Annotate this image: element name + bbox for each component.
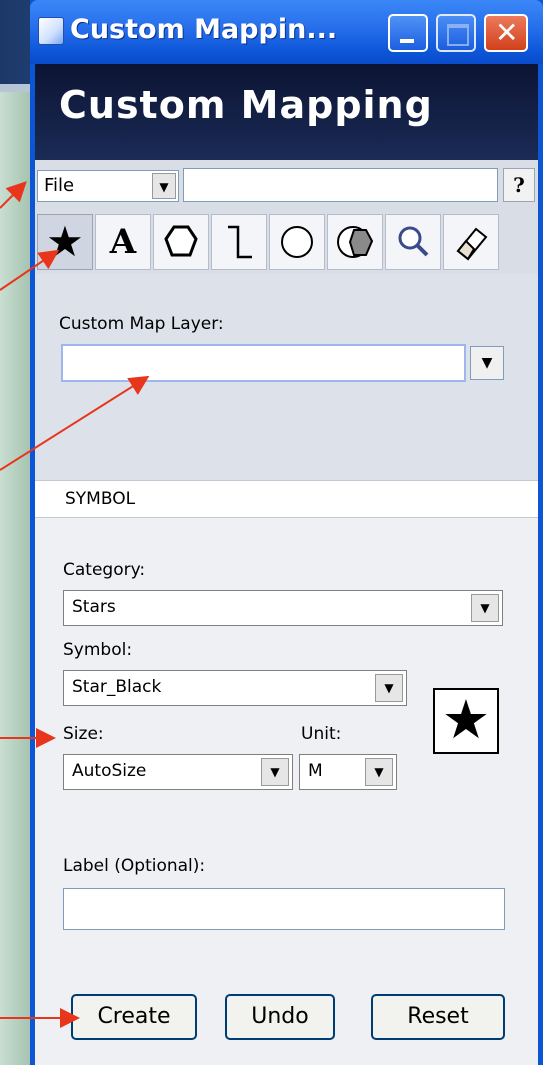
- polygon-icon: [164, 225, 198, 257]
- undo-button[interactable]: Undo: [225, 994, 335, 1040]
- file-select-value: File: [44, 175, 75, 196]
- reset-button[interactable]: Reset: [371, 994, 505, 1040]
- tool-star[interactable]: ★: [37, 214, 93, 270]
- window-title: Custom Mappin...: [70, 14, 338, 45]
- zoom-icon: [398, 226, 429, 257]
- file-select[interactable]: File ▼: [37, 170, 179, 202]
- circle-icon: [281, 226, 313, 258]
- line-icon: [228, 225, 252, 259]
- tool-zoom[interactable]: [385, 214, 441, 270]
- file-input[interactable]: [183, 168, 498, 202]
- size-select[interactable]: AutoSize ▼: [63, 754, 293, 790]
- tool-text[interactable]: A: [95, 214, 151, 270]
- app-icon: [38, 17, 64, 45]
- label-input[interactable]: [63, 888, 505, 930]
- background-sidebar: [0, 92, 30, 1065]
- symbol-value: Star_Black: [72, 677, 162, 697]
- toolbar: ★ A: [35, 210, 538, 274]
- symbol-section-title: SYMBOL: [65, 489, 136, 509]
- symbol-section-tab[interactable]: SYMBOL: [35, 480, 538, 518]
- category-value: Stars: [72, 597, 116, 617]
- symbol-label: Symbol:: [63, 640, 133, 660]
- titlebar-main[interactable]: Custom Mappin... ✕: [30, 0, 543, 64]
- close-icon: ✕: [495, 16, 519, 49]
- tool-eraser[interactable]: [443, 214, 499, 270]
- label-optional-label: Label (Optional):: [63, 856, 206, 876]
- chevron-down-icon[interactable]: ▼: [152, 173, 176, 199]
- maximize-button[interactable]: [436, 14, 476, 52]
- maximize-icon: [447, 24, 469, 46]
- layer-dropdown-button[interactable]: ▼: [470, 346, 504, 380]
- chevron-down-icon[interactable]: ▼: [365, 758, 393, 786]
- reset-button-label: Reset: [407, 1004, 469, 1029]
- size-label: Size:: [63, 724, 104, 744]
- window-right-border: [538, 64, 543, 1065]
- layer-label: Custom Map Layer:: [59, 314, 224, 334]
- eraser-icon: [456, 227, 488, 261]
- create-button[interactable]: Create: [71, 994, 197, 1040]
- tool-polygon[interactable]: [153, 214, 209, 270]
- minimize-icon: [400, 39, 414, 43]
- symbol-select[interactable]: Star_Black ▼: [63, 670, 407, 706]
- symbol-panel: Category: Stars ▼ Symbol: Star_Black ▼ ★…: [35, 518, 538, 1065]
- chevron-down-icon[interactable]: ▼: [471, 594, 499, 622]
- tool-circle[interactable]: [269, 214, 325, 270]
- undo-button-label: Undo: [251, 1004, 309, 1029]
- chevron-down-icon: ▼: [481, 355, 493, 371]
- star-icon: ★: [46, 217, 84, 266]
- help-button[interactable]: ?: [503, 168, 535, 202]
- unit-select[interactable]: M ▼: [299, 754, 397, 790]
- file-row: File ▼ ?: [35, 160, 538, 210]
- size-value: AutoSize: [72, 761, 147, 781]
- tool-shape-fill[interactable]: [327, 214, 383, 270]
- symbol-preview: ★: [433, 688, 499, 754]
- tool-line[interactable]: [211, 214, 267, 270]
- unit-label: Unit:: [301, 724, 342, 744]
- category-select[interactable]: Stars ▼: [63, 590, 503, 626]
- layer-input[interactable]: [61, 344, 466, 382]
- text-icon: A: [109, 222, 137, 262]
- layer-section: Custom Map Layer: ▼: [35, 274, 538, 480]
- filled-polygon-icon: [337, 226, 374, 258]
- panel-header: Custom Mapping: [35, 64, 538, 160]
- help-icon: ?: [513, 173, 525, 197]
- unit-value: M: [308, 761, 323, 781]
- close-button[interactable]: ✕: [484, 14, 528, 52]
- star-preview-icon: ★: [441, 688, 491, 751]
- category-label: Category:: [63, 560, 146, 580]
- create-button-label: Create: [97, 1004, 171, 1029]
- panel-title: Custom Mapping: [59, 83, 433, 127]
- chevron-down-icon[interactable]: ▼: [375, 674, 403, 702]
- chevron-down-icon[interactable]: ▼: [261, 758, 289, 786]
- minimize-button[interactable]: [388, 14, 428, 52]
